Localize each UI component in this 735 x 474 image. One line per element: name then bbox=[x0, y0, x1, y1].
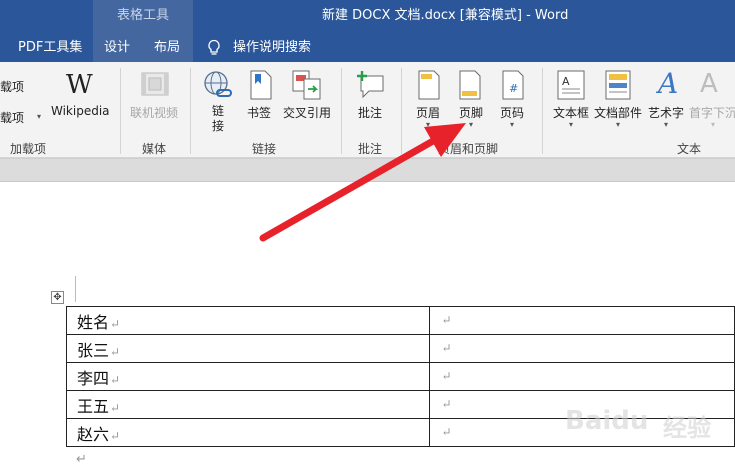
baidu-watermark: Baidu 经验 bbox=[565, 398, 735, 470]
watermark-suffix: 经验 bbox=[663, 414, 711, 442]
watermark-brand: Baidu bbox=[565, 406, 649, 436]
